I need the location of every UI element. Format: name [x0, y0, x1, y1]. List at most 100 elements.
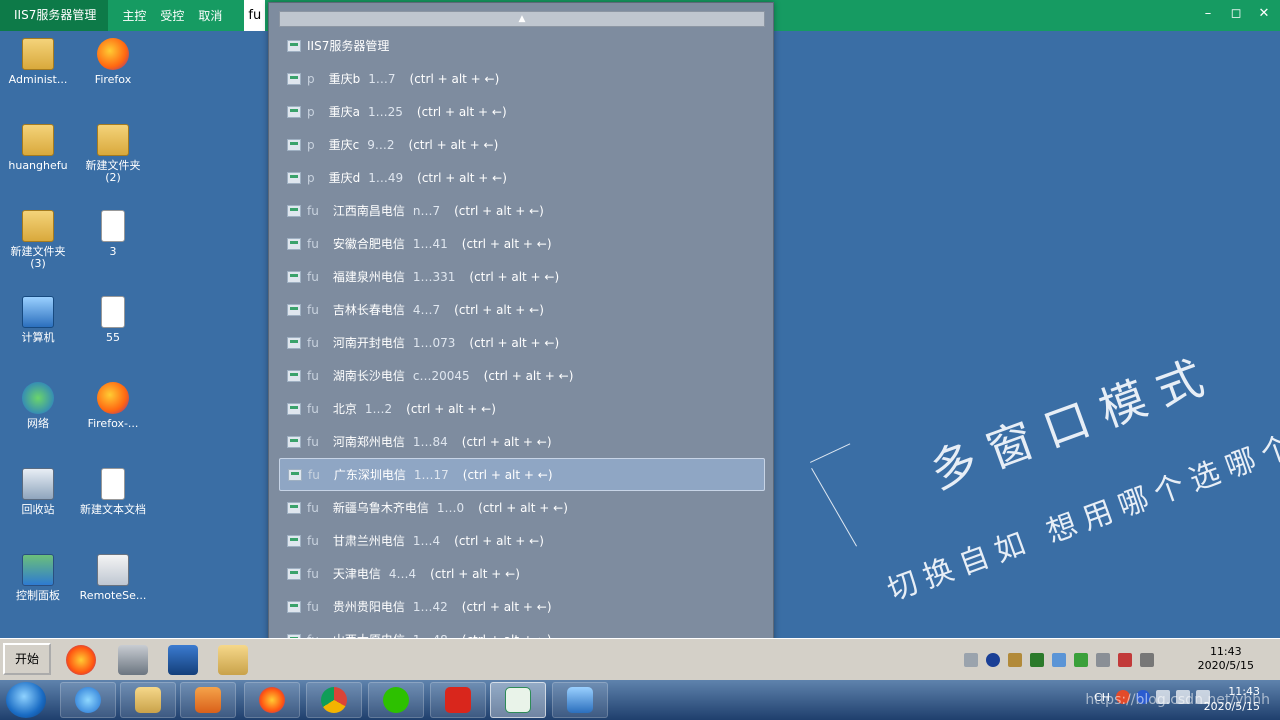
desktop-icon-label: 3 [109, 245, 117, 258]
session-item[interactable]: fu 北京 1…2 (ctrl + alt + ←) [279, 392, 765, 425]
desktop-icon-computer[interactable]: 计算机 [2, 296, 74, 344]
desktop-icon-new-text-doc[interactable]: 新建文本文档 [77, 468, 149, 516]
ie-taskbar-button[interactable] [60, 682, 116, 718]
iis7-taskbar-button[interactable] [490, 682, 546, 718]
desktop-icon-firefox[interactable]: Firefox [77, 38, 149, 86]
tray-app-icon[interactable] [1008, 653, 1022, 667]
desktop-icon-label: 55 [106, 331, 120, 344]
firefox-taskbar-button[interactable] [244, 682, 300, 718]
session-location: 福建泉州电信 [332, 270, 405, 284]
session-item[interactable]: fu 吉林长春电信 4…7 (ctrl + alt + ←) [279, 293, 765, 326]
windows-start-orb[interactable] [6, 682, 46, 718]
session-item[interactable]: p 重庆d 1…49 (ctrl + alt + ←) [279, 161, 765, 194]
desktop-icon-network[interactable]: 网络 [2, 382, 74, 430]
powershell-icon[interactable] [168, 645, 198, 675]
desktop-icon-label: 计算机 [21, 331, 55, 344]
session-shortcut: (ctrl + alt + ←) [406, 401, 496, 416]
media-taskbar-button[interactable] [180, 682, 236, 718]
session-location: 重庆a [328, 105, 360, 119]
menu-controlled[interactable]: 受控 [160, 7, 184, 24]
help-icon[interactable] [986, 653, 1000, 667]
session-item[interactable]: fu 河南郑州电信 1…84 (ctrl + alt + ←) [279, 425, 765, 458]
minimize-button[interactable]: – [1200, 6, 1216, 21]
session-icon [288, 468, 302, 481]
session-number: 1…0 [436, 500, 465, 515]
chrome-taskbar-button[interactable] [306, 682, 362, 718]
remote-desktop-taskbar-button[interactable] [552, 682, 608, 718]
tray-device-icon[interactable] [1096, 653, 1110, 667]
desktop-icon-file-3[interactable]: 3 [77, 210, 149, 258]
remote-clock[interactable]: 11:43 2020/5/15 [1198, 645, 1254, 673]
desktop-icon-file-55[interactable]: 55 [77, 296, 149, 344]
desktop-icon-new-folder-3[interactable]: 新建文件夹 (3) [2, 210, 74, 270]
session-number: 1…42 [412, 599, 448, 614]
explorer-icon[interactable] [218, 645, 248, 675]
session-item[interactable]: fu 甘肃兰州电信 1…4 (ctrl + alt + ←) [279, 524, 765, 557]
keyboard-icon[interactable] [964, 653, 978, 667]
session-number: 1…49 [368, 170, 404, 185]
start-button[interactable]: 开始 [3, 643, 51, 675]
remote-clock-date: 2020/5/15 [1197, 659, 1254, 672]
session-icon [287, 270, 301, 283]
session-item[interactable]: p 重庆b 1…7 (ctrl + alt + ←) [279, 62, 765, 95]
session-location: 重庆c [328, 138, 360, 152]
tray-security-icon[interactable] [1074, 653, 1088, 667]
restore-button[interactable]: ◻ [1228, 6, 1244, 21]
desktop-icon-new-folder-2[interactable]: 新建文件夹 (2) [77, 124, 149, 184]
session-icon [287, 501, 301, 514]
session-item[interactable]: fu 广东深圳电信 1…17 (ctrl + alt + ←) [279, 458, 765, 491]
desktop-icon-label: 新建文件夹 (2) [85, 159, 141, 184]
desktop-icon-recycle-bin[interactable]: 回收站 [2, 468, 74, 516]
menu-cancel[interactable]: 取消 [198, 7, 222, 24]
antivirus-taskbar-button[interactable] [430, 682, 486, 718]
scroll-up-button[interactable]: ▲ [279, 11, 765, 27]
desktop-icon-control-panel[interactable]: 控制面板 [2, 554, 74, 602]
file-icon [101, 296, 125, 328]
session-shortcut: (ctrl + alt + ←) [469, 335, 560, 350]
wechat-taskbar-button[interactable] [368, 682, 424, 718]
folder-icon [22, 210, 54, 242]
desktop-icon-label: 控制面板 [16, 589, 60, 602]
recycle-bin-icon [22, 468, 54, 500]
app-title[interactable]: IIS7服务器管理 [0, 0, 109, 31]
remote-desktop-icon [567, 687, 593, 713]
session-item[interactable]: fu 福建泉州电信 1…331 (ctrl + alt + ←) [279, 260, 765, 293]
session-item[interactable]: fu 贵州贵阳电信 1…42 (ctrl + alt + ←) [279, 590, 765, 623]
tray-flag-icon[interactable] [1140, 653, 1154, 667]
desktop-icon-label: huanghefu [8, 159, 68, 172]
session-item-home[interactable]: IIS7服务器管理 [279, 29, 765, 62]
session-item[interactable]: p 重庆a 1…25 (ctrl + alt + ←) [279, 95, 765, 128]
desktop-icon-administrator[interactable]: Administ... [2, 38, 74, 86]
desktop-icon-remote[interactable]: RemoteSe... [77, 554, 149, 602]
session-number: 1…4 [412, 533, 441, 548]
session-item[interactable]: fu 江西南昌电信 n…7 (ctrl + alt + ←) [279, 194, 765, 227]
session-shortcut: (ctrl + alt + ←) [408, 137, 499, 152]
session-host: p [307, 170, 315, 185]
session-item[interactable]: fu 河南开封电信 1…073 (ctrl + alt + ←) [279, 326, 765, 359]
session-item[interactable]: p 重庆c 9…2 (ctrl + alt + ←) [279, 128, 765, 161]
session-shortcut: (ctrl + alt + ←) [462, 467, 553, 482]
source-watermark: https://blog.csdn.net/yhhh [1085, 692, 1270, 708]
current-tab[interactable]: fu [244, 0, 266, 31]
explorer-taskbar-button[interactable] [120, 682, 176, 718]
desktop-icon-huanghefu[interactable]: huanghefu [2, 124, 74, 172]
firefox-icon [97, 382, 129, 414]
session-item[interactable]: fu 新疆乌鲁木齐电信 1…0 (ctrl + alt + ←) [279, 491, 765, 524]
close-button[interactable]: ✕ [1256, 6, 1272, 21]
firefox-taskbar-icon[interactable] [66, 645, 96, 675]
tray-network-icon[interactable] [1052, 653, 1066, 667]
menu-master[interactable]: 主控 [122, 7, 146, 24]
server-manager-icon[interactable] [118, 645, 148, 675]
session-number: 1…17 [413, 467, 449, 482]
session-shortcut: (ctrl + alt + ←) [461, 236, 552, 251]
session-item[interactable]: fu 湖南长沙电信 c…20045 (ctrl + alt + ←) [279, 359, 765, 392]
session-host: fu [307, 434, 319, 449]
folder-icon [135, 687, 161, 713]
session-item[interactable]: fu 天津电信 4…4 (ctrl + alt + ←) [279, 557, 765, 590]
control-panel-icon [22, 554, 54, 586]
tray-volume-muted-icon[interactable] [1118, 653, 1132, 667]
session-location: 甘肃兰州电信 [332, 534, 405, 548]
tray-monitor-icon[interactable] [1030, 653, 1044, 667]
desktop-icon-firefox-2[interactable]: Firefox-... [77, 382, 149, 430]
session-item[interactable]: fu 安徽合肥电信 1…41 (ctrl + alt + ←) [279, 227, 765, 260]
